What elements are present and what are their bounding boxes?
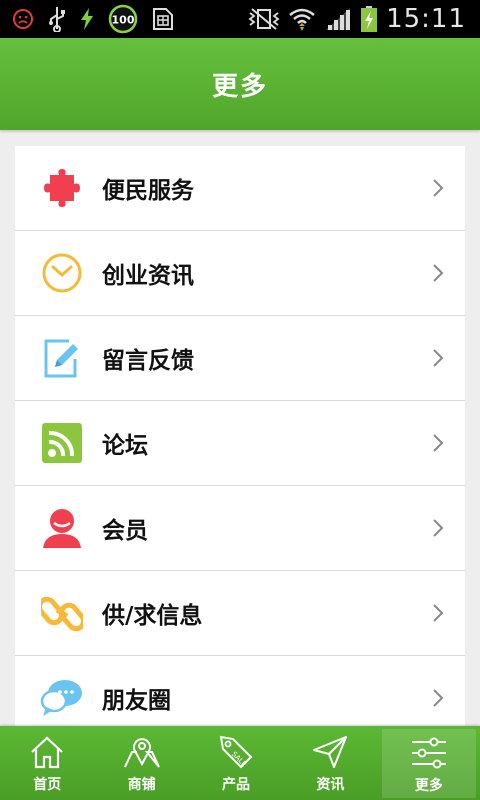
menu-item-label: 留言反馈: [102, 348, 194, 374]
usb-icon: [48, 6, 66, 32]
battery-icon: [360, 5, 378, 33]
user-icon: [40, 506, 84, 550]
home-icon: [29, 732, 65, 772]
menu-item-feedback[interactable]: 留言反馈: [15, 316, 465, 401]
nav-home[interactable]: 首页: [0, 726, 94, 800]
clock-icon: [40, 251, 84, 295]
puzzle-icon: [40, 166, 84, 210]
chevron-right-icon: [433, 349, 444, 367]
sad-face-icon: [12, 8, 34, 30]
menu-item-label: 会员: [102, 518, 148, 544]
nav-products[interactable]: SALE 产品: [189, 726, 283, 800]
chevron-right-icon: [433, 519, 444, 537]
chevron-right-icon: [433, 434, 444, 452]
more-menu-list: 便民服务 创业资讯 留言反馈 论坛 会员 供/求信息 朋友圈: [15, 146, 465, 741]
sliders-icon: [410, 733, 448, 773]
nav-label: 首页: [33, 777, 62, 793]
page-title: 更多: [211, 71, 268, 102]
charging-bolt-icon: [80, 8, 94, 30]
menu-item-member[interactable]: 会员: [15, 486, 465, 571]
signal-icon: [324, 6, 352, 32]
nav-label: 资讯: [316, 777, 345, 793]
mute-vibrate-icon: [248, 7, 280, 31]
bottom-nav: 首页 商铺 SALE 产品 资讯 更多: [0, 726, 480, 800]
chevron-right-icon: [433, 604, 444, 622]
nav-more[interactable]: 更多: [381, 729, 477, 798]
rss-icon: [40, 421, 84, 465]
paper-plane-icon: [312, 732, 348, 772]
menu-item-label: 论坛: [102, 433, 148, 459]
menu-item-supply-demand[interactable]: 供/求信息: [15, 571, 465, 656]
nav-shops[interactable]: 商铺: [94, 726, 188, 800]
menu-item-label: 供/求信息: [102, 603, 203, 629]
menu-item-label: 朋友圈: [102, 688, 171, 714]
menu-item-label: 便民服务: [102, 178, 194, 204]
map-pin-icon: [123, 732, 161, 772]
menu-item-forum[interactable]: 论坛: [15, 401, 465, 486]
wifi-icon: [288, 6, 316, 32]
status-bar: 100 15:11: [0, 0, 480, 38]
nav-label: 更多: [414, 777, 443, 794]
sim-card-icon: [152, 7, 174, 31]
battery-badge-text: 100: [112, 14, 135, 27]
menu-item-label: 创业资讯: [102, 263, 194, 289]
status-time: 15:11: [386, 4, 466, 34]
app-header: 更多: [0, 38, 480, 130]
nav-news[interactable]: 资讯: [283, 726, 377, 800]
battery-100-badge-icon: 100: [108, 4, 138, 34]
chevron-right-icon: [433, 689, 444, 707]
chain-link-icon: [40, 591, 84, 635]
menu-item-convenience-services[interactable]: 便民服务: [15, 146, 465, 231]
chevron-right-icon: [433, 179, 444, 197]
sale-tag-icon: SALE: [217, 732, 255, 772]
nav-label: 产品: [222, 777, 251, 793]
edit-note-icon: [40, 336, 84, 380]
menu-item-startup-news[interactable]: 创业资讯: [15, 231, 465, 316]
chevron-right-icon: [433, 264, 444, 282]
chat-bubble-icon: [40, 676, 84, 720]
nav-label: 商铺: [127, 777, 156, 793]
